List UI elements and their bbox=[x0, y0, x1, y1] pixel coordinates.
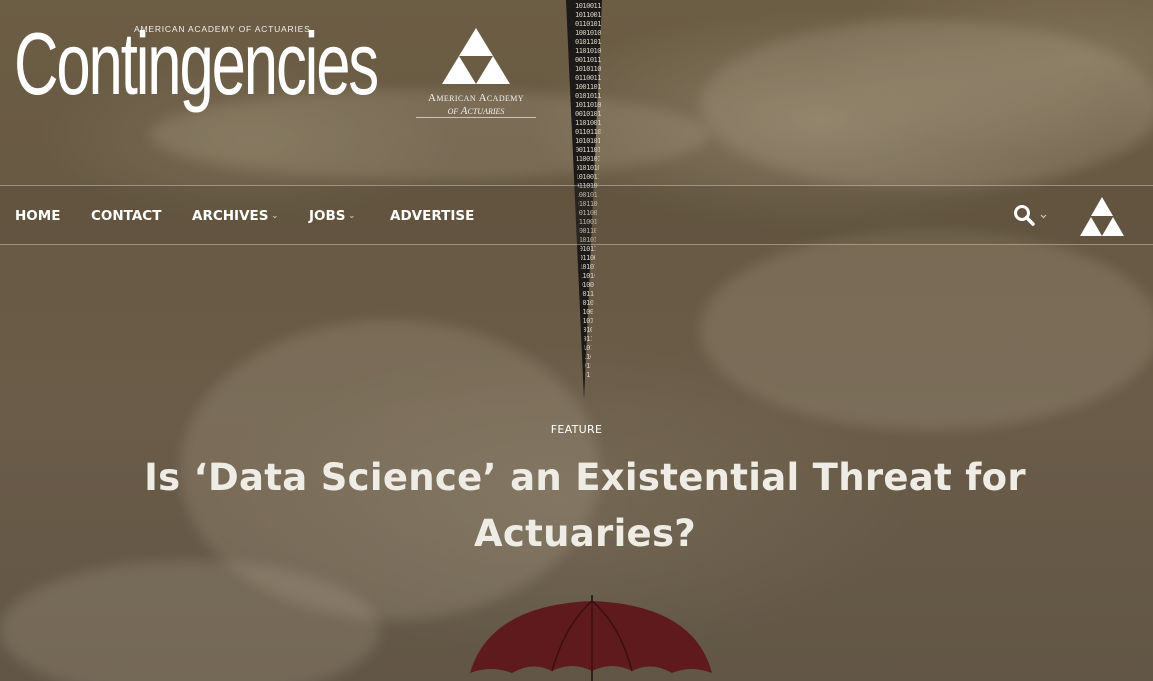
nav-item-label: JOBS bbox=[309, 208, 346, 224]
nav-item-contact[interactable]: CONTACT bbox=[91, 208, 161, 224]
nav-item-label: ARCHIVES bbox=[192, 208, 269, 224]
umbrella-canopy bbox=[470, 601, 712, 673]
academy-logo[interactable]: American Academy of Actuaries bbox=[416, 26, 536, 124]
article-category[interactable]: FEATURE bbox=[0, 423, 1153, 436]
nav-item-label: ADVERTISE bbox=[390, 208, 475, 224]
nav-item-jobs[interactable]: JOBS ⌄ bbox=[309, 208, 355, 224]
nav-item-advertise[interactable]: ADVERTISE bbox=[390, 208, 474, 224]
academy-triangle-icon bbox=[1080, 197, 1124, 236]
logo-wordmark: Contingencies bbox=[14, 14, 379, 113]
chevron-down-icon: ⌄ bbox=[348, 211, 356, 220]
article-title: Is ‘Data Science’ an Existential Threat … bbox=[144, 456, 1026, 555]
nav-item-archives[interactable]: ARCHIVES ⌄ bbox=[192, 208, 278, 224]
nav-item-label: CONTACT bbox=[91, 208, 162, 224]
umbrella-illustration bbox=[470, 595, 712, 681]
nav-academy-logo[interactable] bbox=[1078, 197, 1126, 237]
main-nav: HOME CONTACT ARCHIVES ⌄ JOBS ⌄ ADVERTISE bbox=[0, 185, 1153, 245]
search-toggle[interactable] bbox=[1013, 204, 1053, 228]
chevron-down-icon: ⌄ bbox=[271, 211, 279, 220]
nav-item-home[interactable]: HOME bbox=[15, 208, 60, 224]
cloud bbox=[700, 230, 1153, 430]
search-icon bbox=[1014, 205, 1047, 226]
academy-triangle-icon bbox=[442, 28, 510, 84]
nav-item-label: HOME bbox=[15, 208, 61, 224]
academy-name-line1: American Academy bbox=[428, 92, 524, 104]
academy-name-line2: of Actuaries bbox=[447, 105, 505, 117]
cloud bbox=[700, 20, 1153, 190]
academy-underline bbox=[416, 117, 536, 118]
